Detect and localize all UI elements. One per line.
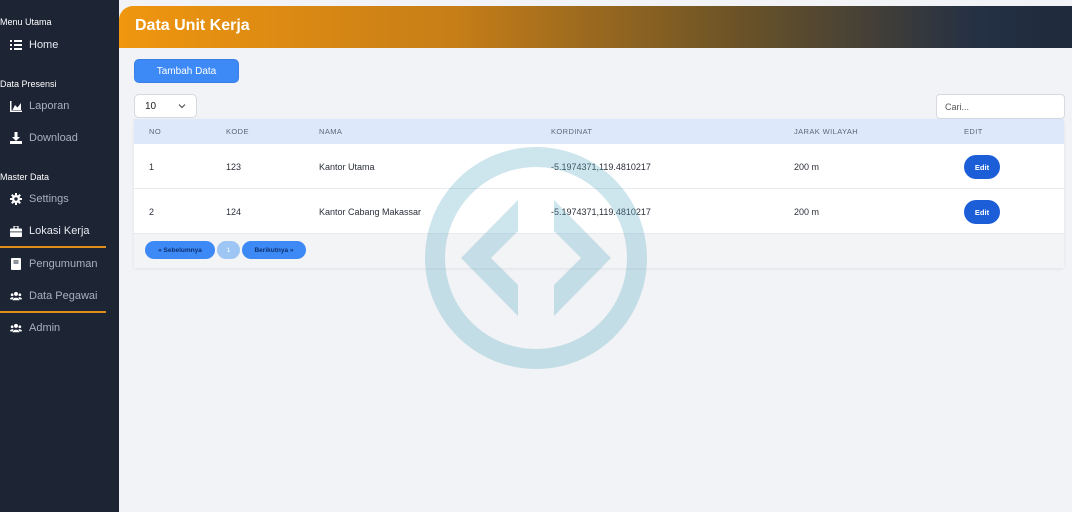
pagination: « Sebelumnya 1 Berikutnya » — [134, 234, 1064, 268]
cell-kordinat: -5.1974371,119.4810217 — [551, 207, 651, 217]
sidebar-item-label: Laporan — [29, 100, 70, 112]
table-row: 1 123 Kantor Utama -5.1974371,119.481021… — [134, 145, 1064, 189]
page-size-value: 10 — [145, 100, 157, 112]
column-header-edit: EDIT — [964, 127, 983, 136]
divider — [0, 311, 106, 313]
table-row: 2 124 Kantor Cabang Makassar -5.1974371,… — [134, 190, 1064, 234]
sidebar-item-download[interactable]: Download — [10, 132, 78, 144]
column-header-nama: NAMA — [319, 127, 343, 136]
cell-kode: 124 — [226, 207, 242, 217]
list-icon — [10, 39, 22, 51]
download-icon — [10, 132, 22, 144]
edit-button[interactable]: Edit — [964, 200, 1000, 224]
section-data-presensi: Data Presensi — [0, 79, 57, 89]
column-header-kode: KODE — [226, 127, 249, 136]
page-title: Data Unit Kerja — [135, 17, 250, 34]
sidebar-item-label: Lokasi Kerja — [29, 225, 90, 237]
prev-page-button[interactable]: « Sebelumnya — [145, 241, 215, 259]
sidebar-item-label: Download — [29, 132, 78, 144]
sidebar-item-label: Home — [29, 39, 59, 51]
cell-jarak-wilayah: 200 m — [794, 207, 820, 217]
section-menu-utama: Menu Utama — [0, 17, 52, 27]
add-data-button[interactable]: Tambah Data — [134, 59, 239, 83]
sidebar: Menu Utama Home Data Presensi Laporan Do… — [0, 0, 119, 512]
chevron-down-icon — [178, 104, 186, 109]
column-header-jarak-wilayah: JARAK WILAYAH — [794, 127, 859, 136]
table-header: NO KODE NAMA KORDINAT JARAK WILAYAH EDIT — [134, 119, 1064, 144]
gear-icon — [10, 193, 22, 205]
next-page-button[interactable]: Berikutnya » — [242, 241, 306, 259]
chart-area-icon — [10, 100, 22, 112]
users-icon — [10, 290, 22, 302]
cell-nama: Kantor Utama — [319, 162, 375, 172]
cell-no: 1 — [149, 162, 155, 172]
sidebar-item-home[interactable]: Home — [10, 39, 58, 51]
users-icon — [10, 322, 22, 334]
current-page-button[interactable]: 1 — [217, 241, 240, 259]
edit-button[interactable]: Edit — [964, 155, 1000, 179]
sidebar-item-label: Settings — [29, 193, 69, 205]
sidebar-item-pengumuman[interactable]: Pengumuman — [10, 258, 98, 270]
sidebar-item-admin[interactable]: Admin — [10, 322, 60, 334]
cell-jarak-wilayah: 200 m — [794, 162, 820, 172]
column-header-no: NO — [149, 127, 162, 136]
cell-no: 2 — [149, 207, 155, 217]
sidebar-item-settings[interactable]: Settings — [10, 193, 69, 205]
briefcase-icon — [10, 225, 22, 237]
cell-kode: 123 — [226, 162, 242, 172]
search-input[interactable] — [936, 94, 1065, 119]
sidebar-item-data-pegawai[interactable]: Data Pegawai — [10, 290, 98, 302]
sidebar-item-laporan[interactable]: Laporan — [10, 100, 69, 112]
sidebar-item-lokasi-kerja[interactable]: Lokasi Kerja — [10, 225, 90, 237]
column-header-kordinat: KORDINAT — [551, 127, 593, 136]
active-indicator — [0, 246, 106, 248]
section-master-data: Master Data — [0, 172, 50, 182]
sidebar-item-label: Admin — [29, 322, 61, 334]
page-header: Data Unit Kerja — [119, 6, 1072, 48]
cell-kordinat: -5.1974371,119.4810217 — [551, 162, 651, 172]
sidebar-item-label: Data Pegawai — [29, 290, 98, 302]
cell-nama: Kantor Cabang Makassar — [319, 207, 422, 217]
book-icon — [10, 258, 22, 270]
data-table: NO KODE NAMA KORDINAT JARAK WILAYAH EDIT… — [134, 119, 1064, 268]
page-size-select[interactable]: 10 — [134, 94, 197, 118]
sidebar-item-label: Pengumuman — [29, 258, 98, 270]
